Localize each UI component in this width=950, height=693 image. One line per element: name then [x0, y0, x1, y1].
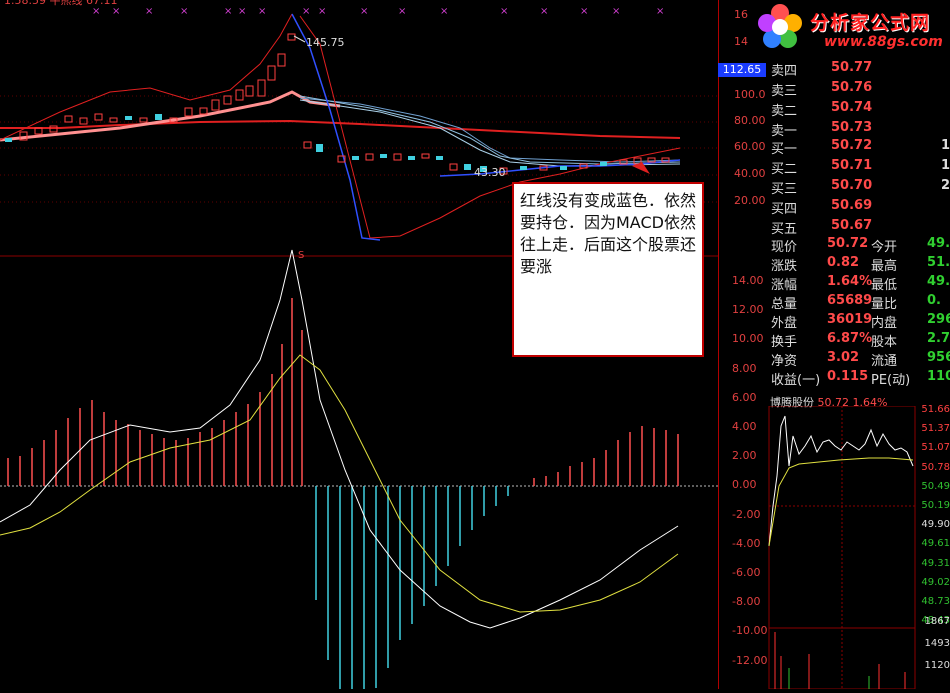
- svg-text:×: ×: [302, 6, 310, 17]
- candle: [5, 138, 12, 142]
- mini-axis-label: 48.73: [921, 596, 950, 607]
- mini-volume-axis-label: 1493: [924, 638, 950, 649]
- candle: [303, 141, 312, 149]
- mini-axis-label: 49.61: [921, 538, 950, 550]
- mini-axis-label: 50.78: [921, 461, 950, 473]
- svg-text:×: ×: [580, 6, 588, 17]
- candle: [245, 85, 254, 97]
- candle: [94, 113, 103, 121]
- svg-text:×: ×: [224, 6, 232, 17]
- annotation-callout: 红线没有变成蓝色．依然要持仓．因为MACD依然往上走．后面这个股票还要涨: [512, 182, 704, 357]
- logo-url: www.88gs.com: [824, 34, 943, 50]
- candle: [125, 116, 132, 120]
- mini-volume-bars: [774, 632, 906, 689]
- candle: [365, 153, 374, 161]
- candle: [449, 163, 458, 171]
- mini-axis-label: 49.90: [921, 519, 950, 531]
- candle: [139, 117, 148, 123]
- candle: [184, 107, 193, 117]
- mini-axis-label: 51.07: [921, 442, 950, 454]
- candle: [380, 154, 387, 158]
- candle: [520, 166, 527, 170]
- candle: [155, 114, 162, 120]
- candle: [408, 156, 415, 160]
- mini-volume-axis-label: 1120: [924, 660, 950, 671]
- mini-axis-label: 50.49: [921, 480, 950, 492]
- candlesticks: [5, 33, 670, 175]
- svg-text:×: ×: [258, 6, 266, 17]
- candle: [277, 53, 286, 67]
- mini-intraday-chart[interactable]: [719, 406, 950, 689]
- candle: [199, 107, 208, 115]
- candle: [267, 65, 276, 81]
- svg-text:×: ×: [360, 6, 368, 17]
- candle: [421, 153, 430, 159]
- candle: [464, 164, 471, 170]
- candle: [257, 79, 266, 97]
- svg-text:×: ×: [656, 6, 664, 17]
- mini-axis-label: 49.31: [921, 557, 950, 569]
- mini-avg-line: [768, 457, 914, 547]
- flower-logo-icon: [758, 4, 802, 48]
- s-marker: S: [298, 250, 304, 261]
- candle: [64, 115, 73, 123]
- candle: [79, 117, 88, 125]
- marker-row: × × × × × × × × × × × × × × × × ×: [92, 6, 664, 17]
- mini-axis-label: 51.66: [921, 404, 950, 415]
- candle: [316, 144, 323, 152]
- mini-volume-axis-label: 1867: [924, 616, 950, 627]
- logo-title: 分析家公式网: [810, 12, 931, 34]
- site-logo: 分析家公式网 www.88gs.com: [752, 0, 950, 54]
- dea-line: [0, 354, 679, 613]
- candle: [287, 33, 296, 41]
- candle: [393, 153, 402, 161]
- svg-text:×: ×: [318, 6, 326, 17]
- svg-text:×: ×: [112, 6, 120, 17]
- svg-text:×: ×: [92, 6, 100, 17]
- mini-axis-label: 50.19: [921, 500, 950, 511]
- current-price-tag: 112.65: [718, 63, 766, 77]
- svg-text:×: ×: [145, 6, 153, 17]
- mini-price-line: [768, 415, 914, 547]
- svg-text:×: ×: [440, 6, 448, 17]
- svg-text:×: ×: [238, 6, 246, 17]
- mini-axis-label: 51.37: [921, 423, 950, 435]
- svg-text:×: ×: [180, 6, 188, 17]
- candle: [600, 162, 607, 166]
- svg-text:×: ×: [540, 6, 548, 17]
- svg-text:×: ×: [398, 6, 406, 17]
- header-text: 1.58.59 牛熊线 67.11: [4, 0, 117, 7]
- candle: [560, 166, 567, 170]
- candle: [235, 89, 244, 101]
- candle: [352, 156, 359, 160]
- svg-text:×: ×: [500, 6, 508, 17]
- trough-label: 43.30: [474, 166, 506, 179]
- mini-axis-label: 49.02: [921, 576, 950, 588]
- svg-text:×: ×: [612, 6, 620, 17]
- candle: [436, 156, 443, 160]
- peak-label: 145.75: [306, 36, 345, 49]
- candle: [109, 117, 118, 123]
- candle: [211, 99, 220, 111]
- candle: [223, 95, 232, 105]
